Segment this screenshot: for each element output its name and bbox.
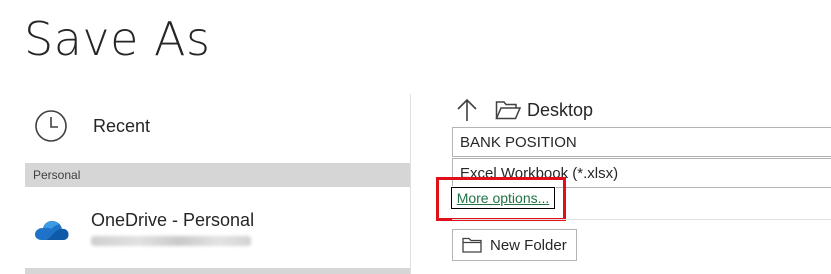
next-location-item-partial[interactable] xyxy=(25,268,410,274)
location-item-onedrive[interactable]: OneDrive - Personal xyxy=(25,200,410,258)
save-as-page: Save As Recent Personal OneDrive - Perso… xyxy=(0,0,831,274)
current-location-row: Desktop xyxy=(455,96,593,124)
folder-icon xyxy=(462,236,484,254)
clock-icon xyxy=(33,108,69,144)
section-divider xyxy=(452,219,831,220)
onedrive-account-redacted xyxy=(91,236,251,246)
onedrive-label: OneDrive - Personal xyxy=(91,210,255,230)
panel-divider xyxy=(410,94,411,274)
recent-label: Recent xyxy=(93,115,151,136)
section-header-personal: Personal xyxy=(25,163,410,187)
new-folder-button[interactable]: New Folder xyxy=(452,229,577,261)
current-location-name: Desktop xyxy=(527,99,594,120)
onedrive-cloud-icon xyxy=(33,216,69,242)
new-folder-label: New Folder xyxy=(490,236,567,254)
page-title: Save As xyxy=(24,12,211,66)
file-type-select[interactable]: Excel Workbook (*.xlsx) xyxy=(452,158,831,188)
folder-open-icon xyxy=(495,99,521,121)
location-item-recent[interactable]: Recent xyxy=(25,100,410,152)
more-options-link[interactable]: More options... xyxy=(450,186,556,210)
file-name-input[interactable] xyxy=(452,127,831,157)
up-arrow-icon[interactable] xyxy=(455,97,479,123)
